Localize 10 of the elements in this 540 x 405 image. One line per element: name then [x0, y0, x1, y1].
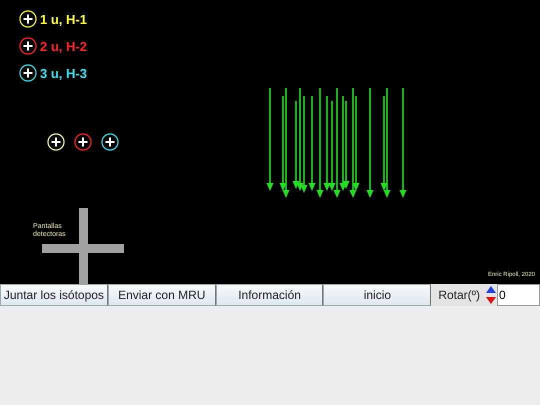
isotope-label: 2 u, H-2	[40, 38, 87, 54]
action-button[interactable]: Información	[216, 284, 324, 306]
rotate-label: Rotar(º)	[431, 284, 486, 306]
action-button[interactable]: Juntar los isótopos	[0, 284, 108, 306]
isotope-label: 1 u, H-1	[40, 12, 87, 26]
isotope-label: 3 u, H-3	[40, 66, 87, 80]
rotation-input[interactable]: 0	[497, 284, 540, 306]
action-button[interactable]: inicio	[323, 284, 432, 306]
action-button[interactable]: Enviar con MRU	[108, 284, 216, 306]
spinner-arrows-icon[interactable]	[485, 284, 498, 306]
